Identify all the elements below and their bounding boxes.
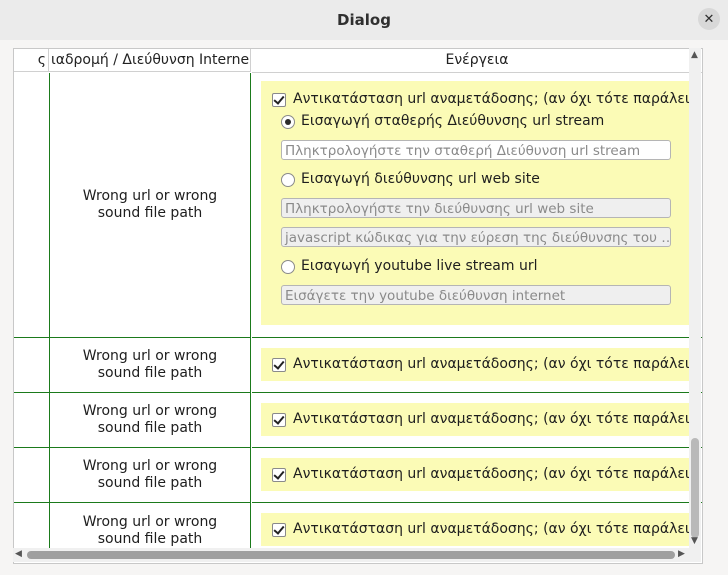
path-text: Wrong url or wrong sound file path bbox=[82, 403, 218, 436]
replace-checkbox[interactable] bbox=[272, 523, 286, 537]
title-bar: Dialog ✕ bbox=[0, 0, 728, 40]
action-panel: Αντικατάσταση url αναμετάδοσης; (αν όχι … bbox=[261, 513, 689, 546]
path-text: Wrong url or wrong sound file path bbox=[82, 188, 218, 221]
arrow-up-icon[interactable]: ▲ bbox=[691, 50, 698, 60]
action-panel: Αντικατάσταση url αναμετάδοσης; (αν όχι … bbox=[261, 81, 689, 325]
table-row-1-path: Wrong url or wrong sound file path bbox=[49, 338, 251, 393]
fixed-url-label: Εισαγωγή σταθερής Διεύθυνσης url stream bbox=[301, 113, 605, 129]
action-panel: Αντικατάσταση url αναμετάδοσης; (αν όχι … bbox=[261, 403, 689, 436]
vertical-scroll-thumb[interactable] bbox=[691, 438, 699, 538]
youtube-url-radio[interactable] bbox=[281, 260, 295, 274]
dialog-window: Dialog ✕ ς ιαδρομή / Διεύθυνση Interne Ε… bbox=[0, 0, 728, 575]
youtube-url-input[interactable]: Εισάγετε την youtube διεύθυνση internet bbox=[281, 285, 671, 305]
path-text: Wrong url or wrong sound file path bbox=[82, 348, 218, 381]
vertical-scrollbar[interactable]: ▲ ▼ bbox=[689, 48, 701, 562]
replace-label: Αντικατάσταση url αναμετάδοσης; (αν όχι … bbox=[293, 356, 689, 372]
table-row-1-col0 bbox=[14, 338, 49, 393]
fixed-url-input[interactable]: Πληκτρολογήστε την σταθερή Διεύθυνση url… bbox=[281, 140, 671, 160]
website-url-label: Εισαγωγή διεύθυνσης url web site bbox=[301, 171, 540, 187]
replace-label: Αντικατάσταση url αναμετάδοσης; (αν όχι … bbox=[293, 466, 689, 482]
arrow-down-icon[interactable]: ▼ bbox=[691, 536, 698, 546]
website-url-input[interactable]: Πληκτρολογήστε την διεύθυνσης url web si… bbox=[281, 198, 671, 218]
website-url-radio[interactable] bbox=[281, 173, 295, 187]
youtube-url-label: Εισαγωγή youtube live stream url bbox=[301, 258, 538, 274]
table-row-2-col0 bbox=[14, 393, 49, 448]
table-row-0-action: Αντικατάσταση url αναμετάδοσης; (αν όχι … bbox=[252, 73, 702, 338]
path-text: Wrong url or wrong sound file path bbox=[82, 513, 218, 547]
table-row-3-path: Wrong url or wrong sound file path bbox=[49, 448, 251, 503]
table-row-1-action: Αντικατάσταση url αναμετάδοσης; (αν όχι … bbox=[252, 338, 702, 393]
horizontal-scroll-thumb[interactable] bbox=[27, 551, 675, 559]
close-button[interactable]: ✕ bbox=[698, 8, 720, 30]
replace-checkbox[interactable] bbox=[272, 468, 286, 482]
path-text: Wrong url or wrong sound file path bbox=[82, 458, 218, 491]
replace-label: Αντικατάσταση url αναμετάδοσης; (αν όχι … bbox=[293, 91, 689, 107]
column-header-0[interactable]: ς bbox=[14, 49, 49, 72]
column-header-path[interactable]: ιαδρομή / Διεύθυνση Interne bbox=[49, 49, 251, 72]
table-row-3-col0 bbox=[14, 448, 49, 503]
replace-label: Αντικατάσταση url αναμετάδοσης; (αν όχι … bbox=[293, 411, 689, 427]
table-row-0-col0 bbox=[14, 73, 49, 338]
horizontal-scrollbar[interactable]: ◀ ▶ bbox=[13, 548, 689, 562]
window-title: Dialog bbox=[337, 11, 391, 29]
table-row-0-path: Wrong url or wrong sound file path bbox=[49, 73, 251, 338]
javascript-code-input[interactable]: javascript κώδικας για την εύρεση της δι… bbox=[281, 227, 671, 247]
replace-checkbox[interactable] bbox=[272, 358, 286, 372]
replace-checkbox[interactable] bbox=[272, 413, 286, 427]
action-panel: Αντικατάσταση url αναμετάδοσης; (αν όχι … bbox=[261, 458, 689, 491]
table-row-2-action: Αντικατάσταση url αναμετάδοσης; (αν όχι … bbox=[252, 393, 702, 448]
table-row-3-action: Αντικατάσταση url αναμετάδοσης; (αν όχι … bbox=[252, 448, 702, 503]
action-panel: Αντικατάσταση url αναμετάδοσης; (αν όχι … bbox=[261, 348, 689, 381]
fixed-url-radio[interactable] bbox=[281, 115, 295, 129]
column-header-action[interactable]: Ενέργεια bbox=[252, 49, 702, 73]
table-row-2-path: Wrong url or wrong sound file path bbox=[49, 393, 251, 448]
results-table: ς ιαδρομή / Διεύθυνση Interne Ενέργεια W… bbox=[13, 48, 703, 564]
arrow-left-icon[interactable]: ◀ bbox=[15, 549, 22, 559]
replace-checkbox[interactable] bbox=[272, 93, 286, 107]
arrow-right-icon[interactable]: ▶ bbox=[678, 549, 685, 559]
replace-label: Αντικατάσταση url αναμετάδοσης; (αν όχι … bbox=[293, 521, 689, 537]
close-icon: ✕ bbox=[703, 11, 715, 27]
